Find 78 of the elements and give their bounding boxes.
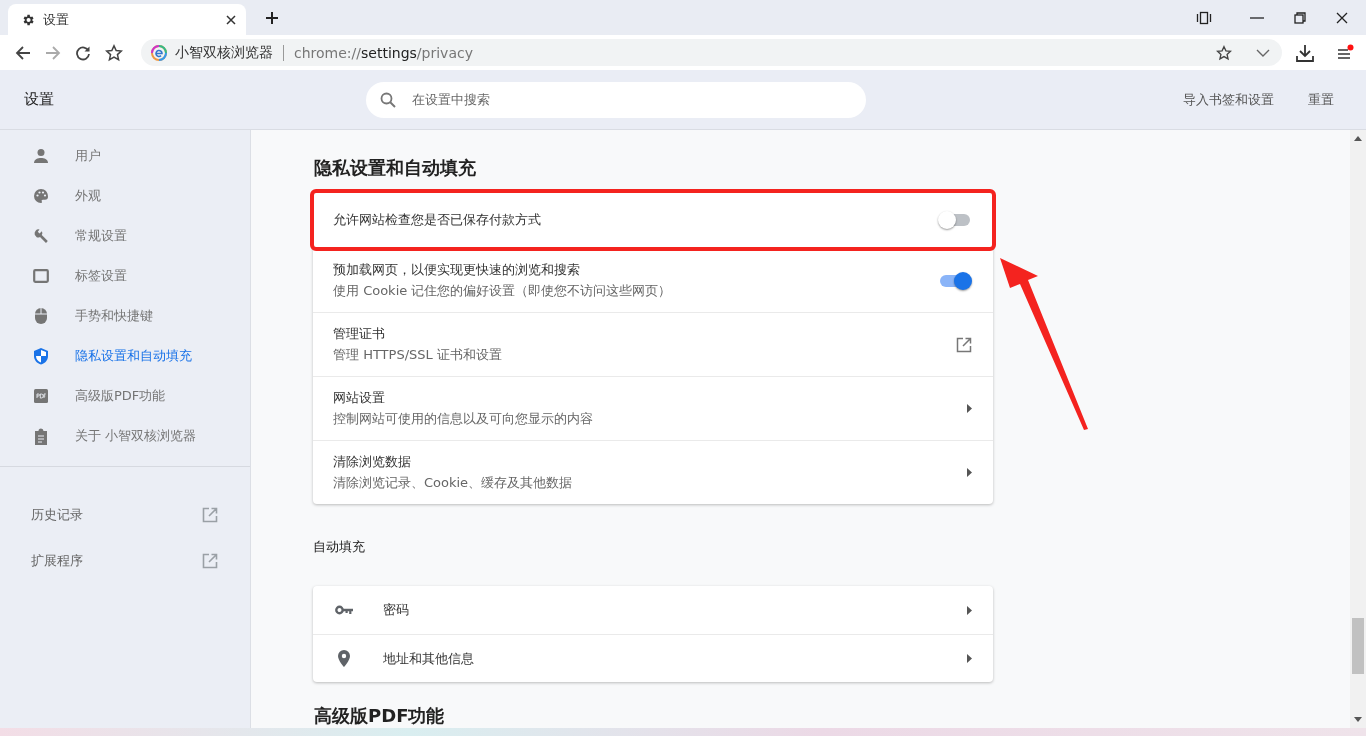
sidebar-item[interactable]: 隐私设置和自动填充 xyxy=(0,336,250,376)
chevron-down-icon[interactable] xyxy=(1256,48,1270,57)
menu-icon[interactable] xyxy=(1336,43,1354,62)
row-subtitle: 清除浏览记录、Cookie、缓存及其他数据 xyxy=(333,474,573,492)
page-title: 设置 xyxy=(23,90,55,109)
subsection-title: 自动填充 xyxy=(313,538,366,556)
sidebar-item[interactable]: 手势和快捷键 xyxy=(0,296,250,336)
settings-row[interactable]: 允许网站检查您是否已保存付款方式 xyxy=(313,192,993,248)
restore-icon[interactable] xyxy=(1294,11,1306,24)
minimize-icon[interactable] xyxy=(1250,16,1264,19)
sidebar-item[interactable]: 常规设置 xyxy=(0,216,250,256)
header-link[interactable]: 导入书签和设置 xyxy=(1183,90,1274,109)
row-title: 预加载网页，以便实现更快速的浏览和搜索 xyxy=(333,261,581,279)
settings-row[interactable]: 网站设置 控制网站可使用的信息以及可向您显示的内容 xyxy=(313,376,993,440)
sidebar-item[interactable]: 高级版PDF功能 xyxy=(0,376,250,416)
pdf-file-icon xyxy=(33,388,49,404)
settings-row[interactable]: 密码 xyxy=(313,586,993,634)
row-subtitle: 使用 Cookie 记住您的偏好设置（即使您不访问这些网页） xyxy=(333,282,672,300)
star-icon[interactable] xyxy=(1216,44,1232,61)
caret-right-icon[interactable] xyxy=(967,468,972,477)
key-icon xyxy=(335,605,353,615)
clipboard-icon xyxy=(33,427,49,445)
browser-tab[interactable]: 设置 xyxy=(8,4,246,35)
row-title: 网站设置 xyxy=(333,389,386,407)
sidebar-link[interactable]: 历史记录 xyxy=(0,492,250,538)
row-title: 清除浏览数据 xyxy=(333,453,412,471)
settings-row[interactable]: 清除浏览数据 清除浏览记录、Cookie、缓存及其他数据 xyxy=(313,440,993,504)
external-link-icon xyxy=(202,507,218,523)
shield-icon xyxy=(33,347,49,365)
row-title: 密码 xyxy=(383,601,410,619)
reload-icon[interactable] xyxy=(75,44,91,61)
star-icon[interactable] xyxy=(105,43,123,62)
row-title: 允许网站检查您是否已保存付款方式 xyxy=(333,211,541,229)
search-icon xyxy=(380,91,396,108)
caret-right-icon xyxy=(967,605,972,615)
sidebar-item[interactable]: 标签设置 xyxy=(0,256,250,296)
section-title: 隐私设置和自动填充 xyxy=(314,156,477,180)
settings-row[interactable]: 管理证书 管理 HTTPS/SSL 证书和设置 xyxy=(313,312,993,376)
close-icon[interactable] xyxy=(226,14,236,25)
sidebar-item[interactable]: 用户 xyxy=(0,136,250,176)
gear-icon xyxy=(21,12,35,27)
settings-row[interactable]: 地址和其他信息 xyxy=(313,634,993,682)
plus-icon[interactable] xyxy=(265,11,279,25)
external-link-icon xyxy=(202,553,218,569)
palette-icon xyxy=(33,188,49,204)
toggle-switch[interactable] xyxy=(940,274,970,287)
row-title: 管理证书 xyxy=(333,325,386,343)
person-icon xyxy=(33,148,49,164)
sidebar-link[interactable]: 扩展程序 xyxy=(0,538,250,584)
mouse-icon xyxy=(33,307,49,325)
scroll-up-icon[interactable] xyxy=(1354,136,1362,141)
url-text: chrome://settings/privacy xyxy=(294,44,473,61)
close-icon[interactable] xyxy=(1336,11,1348,24)
toggle-switch[interactable] xyxy=(940,214,970,226)
section-title: 高级版PDF功能 xyxy=(314,706,446,727)
scrollbar[interactable] xyxy=(1350,130,1366,728)
row-title: 地址和其他信息 xyxy=(383,649,475,668)
sidebar-item[interactable]: 外观 xyxy=(0,176,250,216)
site-name: 小智双核浏览器 xyxy=(175,43,273,62)
row-subtitle: 控制网站可使用的信息以及可向您显示的内容 xyxy=(333,410,593,428)
address-bar[interactable]: 小智双核浏览器 chrome://settings/privacy xyxy=(141,39,1282,66)
settings-row[interactable]: 预加载网页，以便实现更快速的浏览和搜索 使用 Cookie 记住您的偏好设置（即使您不访问这些网页） xyxy=(313,248,993,312)
caret-right-icon xyxy=(967,654,972,663)
sidebar-item[interactable]: 关于 小智双核浏览器 xyxy=(0,416,250,456)
header-link[interactable]: 重置 xyxy=(1308,90,1334,109)
external-link-icon[interactable] xyxy=(956,336,972,353)
search-field[interactable]: 在设置中搜索 xyxy=(366,81,866,118)
wrench-icon xyxy=(33,228,49,244)
back-icon[interactable] xyxy=(15,44,31,61)
scroll-down-icon[interactable] xyxy=(1354,717,1362,722)
scrollbar-thumb[interactable] xyxy=(1352,618,1364,674)
browser-logo-icon xyxy=(151,44,167,61)
window-icon xyxy=(33,269,49,283)
window-mode-icon[interactable] xyxy=(1196,10,1212,25)
row-subtitle: 管理 HTTPS/SSL 证书和设置 xyxy=(333,346,502,364)
location-pin-icon xyxy=(335,650,353,667)
caret-right-icon[interactable] xyxy=(967,404,972,413)
download-icon[interactable] xyxy=(1296,43,1314,62)
